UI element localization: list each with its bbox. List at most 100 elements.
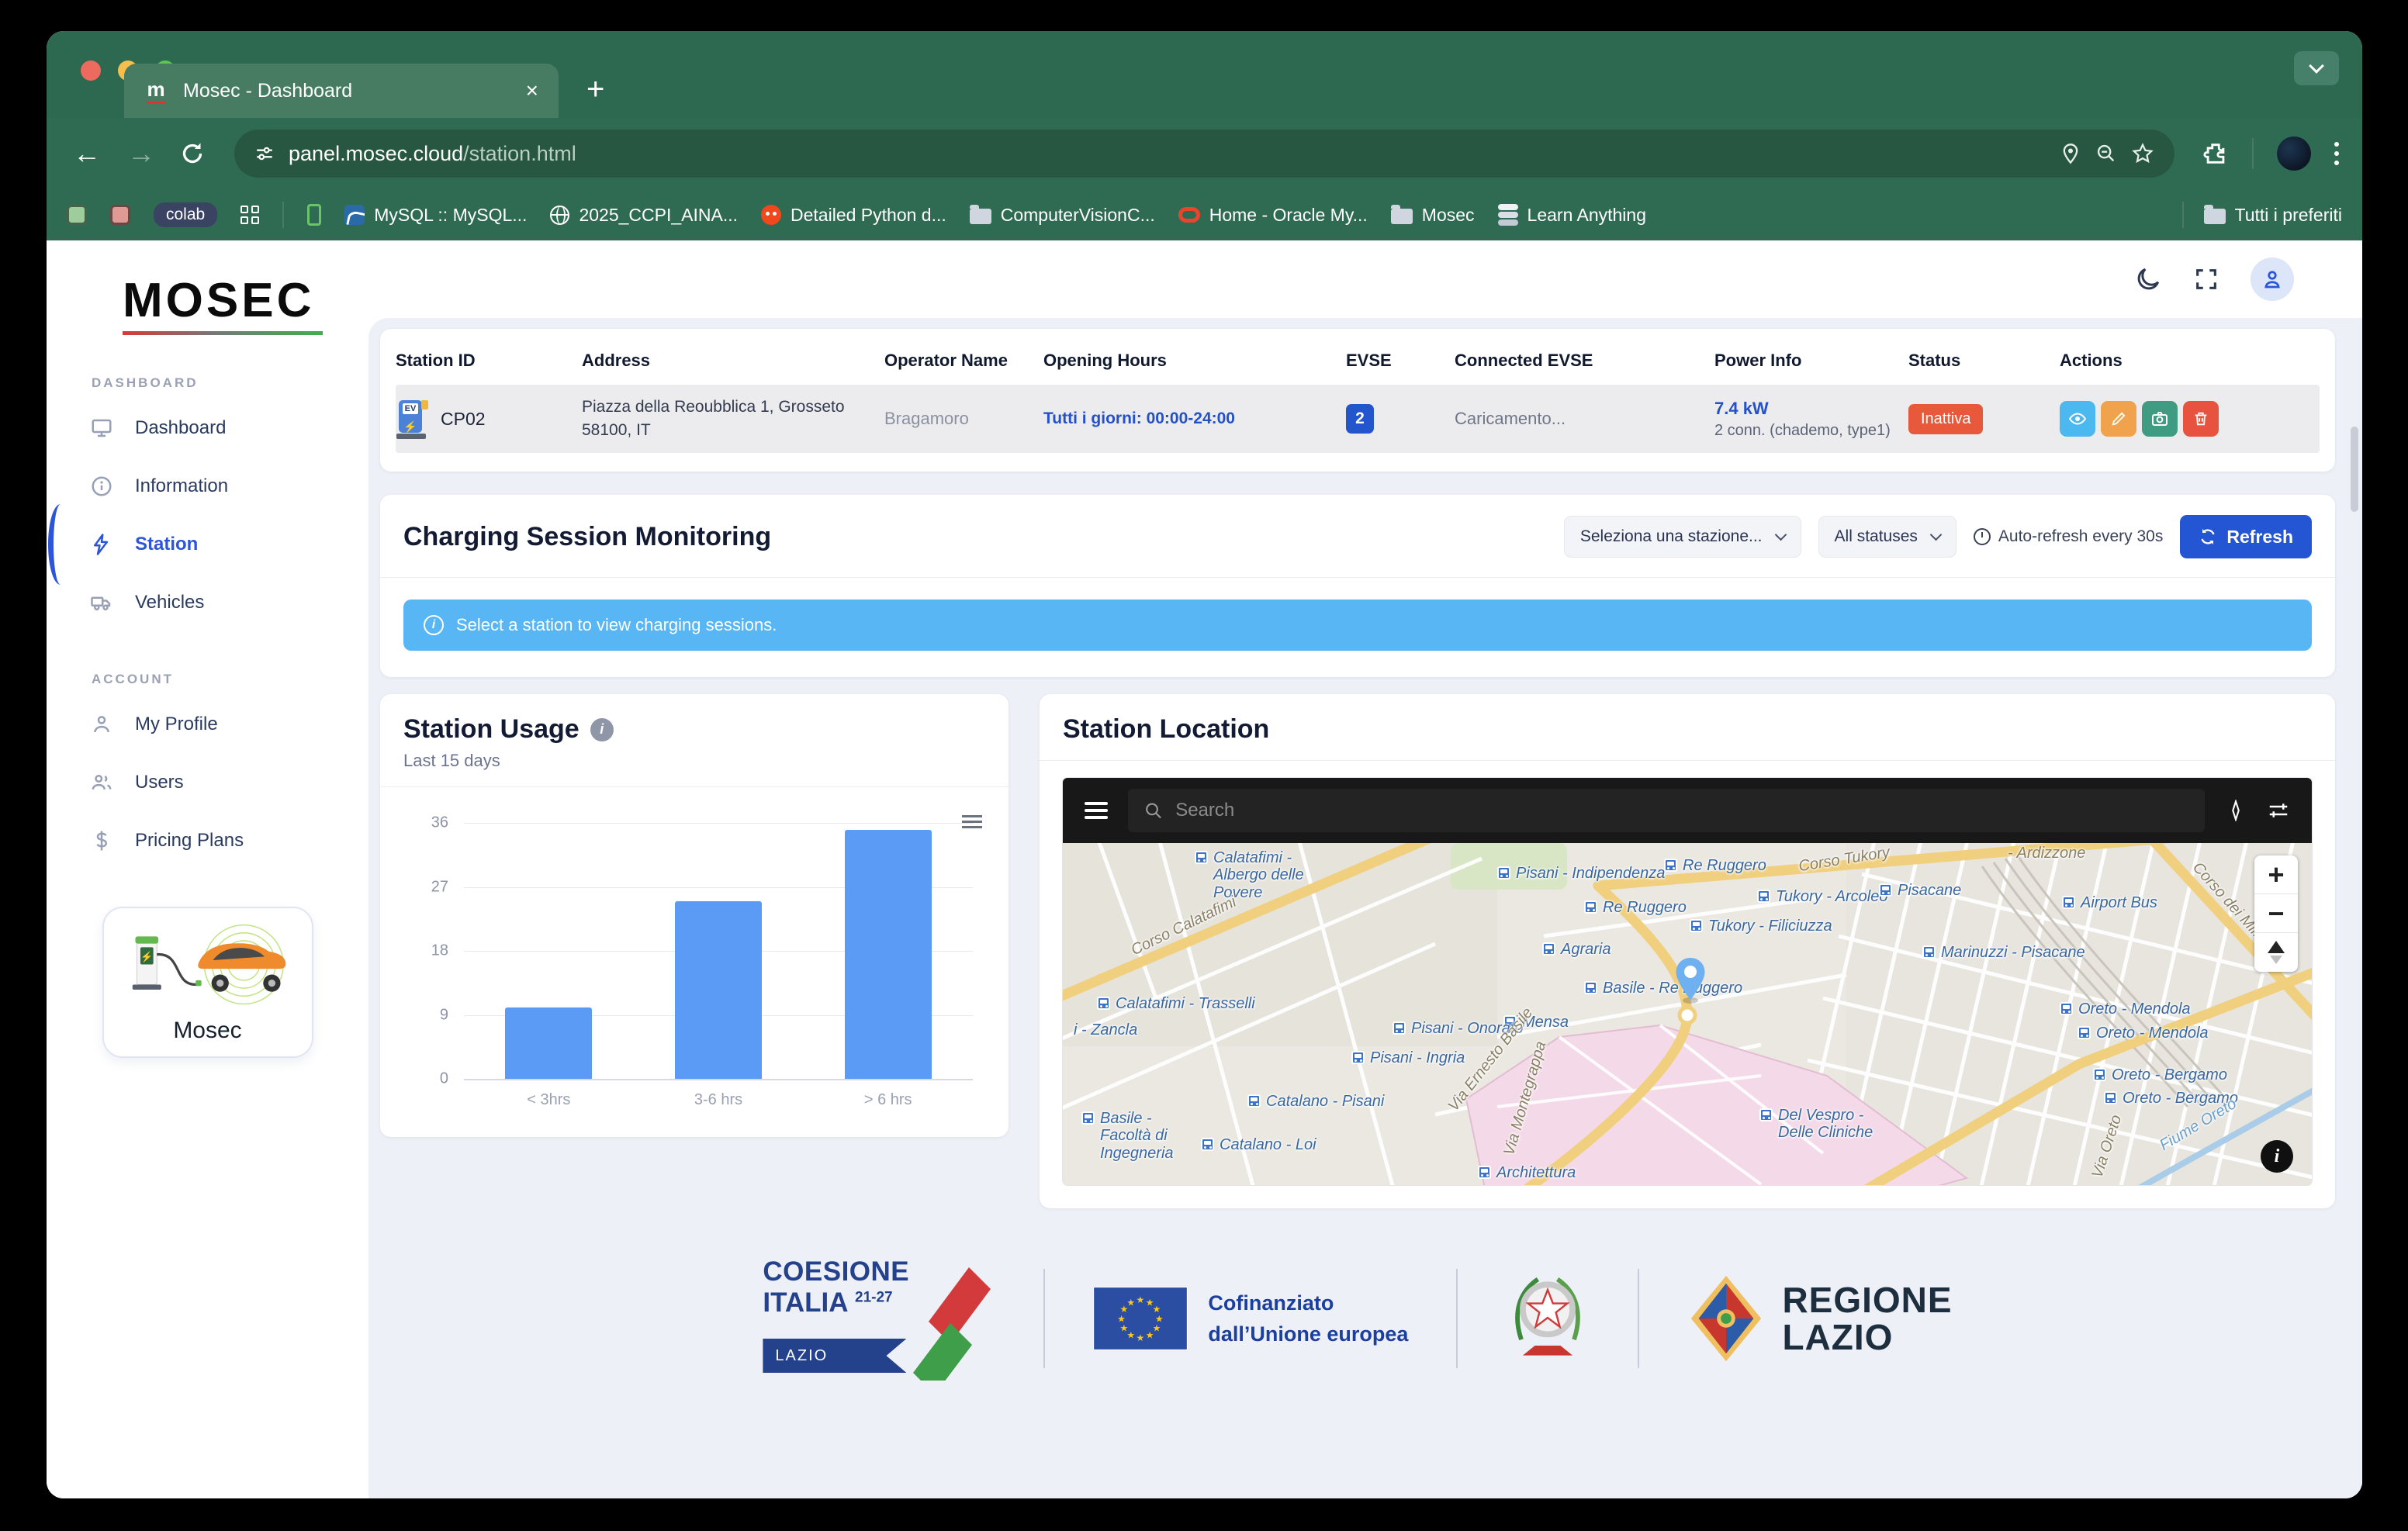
- delete-button[interactable]: [2183, 401, 2219, 437]
- bookmark-green-icon[interactable]: [67, 205, 87, 225]
- footer-divider: [1638, 1269, 1639, 1368]
- bookmark-mosec[interactable]: Mosec: [1391, 205, 1475, 226]
- stations-table-card: Station ID Address Operator Name Opening…: [380, 329, 2335, 472]
- chart-bar-slot: [803, 823, 973, 1079]
- site-settings-icon[interactable]: [254, 143, 275, 164]
- map-search[interactable]: [1128, 789, 2205, 832]
- user-avatar[interactable]: [2251, 257, 2294, 301]
- filters-icon[interactable]: [2267, 799, 2290, 822]
- footer: COESIONE ITALIA 21-27 LAZIO: [380, 1208, 2335, 1450]
- bus-stop-icon: [1247, 1094, 1261, 1108]
- back-button[interactable]: ←: [70, 137, 104, 170]
- bookmark-mysql[interactable]: MySQL :: MySQL...: [344, 205, 527, 226]
- bookmark-colab[interactable]: colab: [154, 202, 217, 227]
- bus-stop-icon: [1081, 1111, 1095, 1125]
- extensions-icon[interactable]: [2202, 140, 2229, 167]
- chart-bars: [464, 823, 973, 1079]
- tab-overview-button[interactable]: [2294, 51, 2339, 85]
- map-label: Del Vespro - Delle Cliniche: [1759, 1107, 1884, 1142]
- bookmark-oracle[interactable]: Home - Oracle My...: [1178, 205, 1368, 226]
- sidebar-item-vehicles[interactable]: Vehicles: [47, 573, 368, 631]
- close-window-button[interactable]: [81, 60, 101, 81]
- refresh-button[interactable]: Refresh: [2180, 515, 2312, 558]
- fullscreen-icon[interactable]: [2193, 266, 2219, 292]
- zoom-in-button[interactable]: +: [2254, 855, 2298, 894]
- bus-stop-icon: [1393, 1021, 1406, 1035]
- sidebar-item-station[interactable]: Station: [47, 515, 368, 573]
- bookmark-star-icon[interactable]: [2131, 142, 2154, 165]
- browser-menu-icon[interactable]: [2334, 142, 2339, 165]
- globe-icon: [550, 206, 569, 225]
- map-menu-icon[interactable]: [1085, 798, 1108, 823]
- station-id: CP02: [441, 409, 486, 430]
- dollar-icon: [90, 829, 113, 852]
- reload-button[interactable]: [178, 140, 206, 168]
- tab-close-icon[interactable]: ×: [526, 78, 538, 103]
- sidebar-section-dashboard: DASHBOARD: [92, 375, 368, 391]
- browser-window: m Mosec - Dashboard × + ← → panel.mosec.…: [47, 31, 2362, 1498]
- folder-icon: [2204, 209, 2226, 224]
- station-select[interactable]: Seleziona una stazione...: [1564, 516, 1801, 558]
- bus-stop-icon: [1097, 997, 1110, 1010]
- bookmark-computervision[interactable]: ComputerVisionC...: [970, 205, 1155, 226]
- map-canvas[interactable]: Calatafimi - Albergo delle Povere Pisani…: [1063, 843, 2312, 1185]
- sidebar-item-information[interactable]: Information: [47, 457, 368, 515]
- apps-grid-icon[interactable]: [240, 206, 259, 224]
- zoom-out-button[interactable]: −: [2254, 894, 2298, 933]
- forward-button[interactable]: →: [124, 137, 158, 170]
- tab-favicon-icon: m: [144, 79, 168, 102]
- map-label: Tukory - Arcoleo: [1757, 888, 1887, 905]
- photo-button[interactable]: [2142, 401, 2178, 437]
- page-scrollbar[interactable]: [2351, 427, 2358, 512]
- sidebar-item-my-profile[interactable]: My Profile: [47, 695, 368, 753]
- sidebar-item-pricing[interactable]: Pricing Plans: [47, 811, 368, 869]
- lightning-icon: [90, 533, 113, 556]
- browser-tab[interactable]: m Mosec - Dashboard ×: [124, 64, 559, 118]
- col-opening-hours: Opening Hours: [1043, 351, 1346, 371]
- dark-mode-icon[interactable]: [2134, 265, 2162, 293]
- map-attribution-button[interactable]: i: [2261, 1140, 2293, 1173]
- page-content: Station ID Address Operator Name Opening…: [368, 318, 2362, 1498]
- bookmark-ccpi[interactable]: 2025_CCPI_AINA...: [550, 205, 738, 226]
- bus-stop-icon: [2093, 1068, 2106, 1081]
- bus-stop-icon: [2104, 1091, 2117, 1104]
- mysql-icon: [344, 205, 365, 225]
- bookmark-book-icon[interactable]: [307, 204, 321, 226]
- map-label: Re Ruggero: [1664, 857, 1766, 874]
- sidebar-item-dashboard[interactable]: Dashboard: [47, 399, 368, 457]
- location-pin-icon[interactable]: [2060, 143, 2081, 164]
- url-text[interactable]: panel.mosec.cloud/station.html: [289, 142, 2046, 166]
- bookmark-python[interactable]: Detailed Python d...: [761, 205, 946, 226]
- view-button[interactable]: [2060, 401, 2095, 437]
- chevron-down-icon: [2309, 58, 2324, 74]
- opening-hours: Tutti i giorni: 00:00-24:00: [1043, 410, 1346, 428]
- col-operator: Operator Name: [884, 351, 1043, 371]
- sidebar-section-account: ACCOUNT: [92, 672, 368, 687]
- zoom-out-icon[interactable]: [2095, 143, 2117, 164]
- info-icon[interactable]: i: [590, 718, 614, 741]
- map-pitch-toggle[interactable]: [2254, 933, 2298, 972]
- browser-profile-avatar[interactable]: [2277, 137, 2311, 171]
- truck-icon: [90, 591, 113, 614]
- bookmark-red-icon[interactable]: [110, 205, 130, 225]
- chart-bar: [675, 901, 762, 1079]
- bus-stop-icon: [1195, 851, 1208, 864]
- svg-text:★: ★: [1120, 1323, 1129, 1334]
- url-bar[interactable]: panel.mosec.cloud/station.html: [234, 130, 2174, 178]
- row-actions: [2060, 401, 2320, 437]
- edit-button[interactable]: [2101, 401, 2136, 437]
- locate-icon[interactable]: [2225, 800, 2247, 821]
- chevron-down-icon: [1774, 529, 1787, 541]
- col-power-info: Power Info: [1714, 351, 1908, 371]
- svg-text:★: ★: [1118, 1313, 1126, 1324]
- map-label: Calatafimi - Albergo delle Povere: [1195, 849, 1319, 901]
- map-search-input[interactable]: [1175, 800, 2189, 821]
- bookmark-all-favorites[interactable]: Tutti i preferiti: [2204, 205, 2342, 226]
- status-badge: Inattiva: [1908, 404, 1983, 434]
- table-row[interactable]: EV⚡ CP02 Piazza della Reoubblica 1, Gros…: [396, 385, 2320, 453]
- new-tab-button[interactable]: +: [586, 72, 604, 107]
- sidebar-item-users[interactable]: Users: [47, 753, 368, 811]
- bookmark-learn[interactable]: Learn Anything: [1498, 204, 1646, 226]
- status-select[interactable]: All statuses: [1818, 516, 1956, 558]
- footer-divider: [1456, 1269, 1458, 1368]
